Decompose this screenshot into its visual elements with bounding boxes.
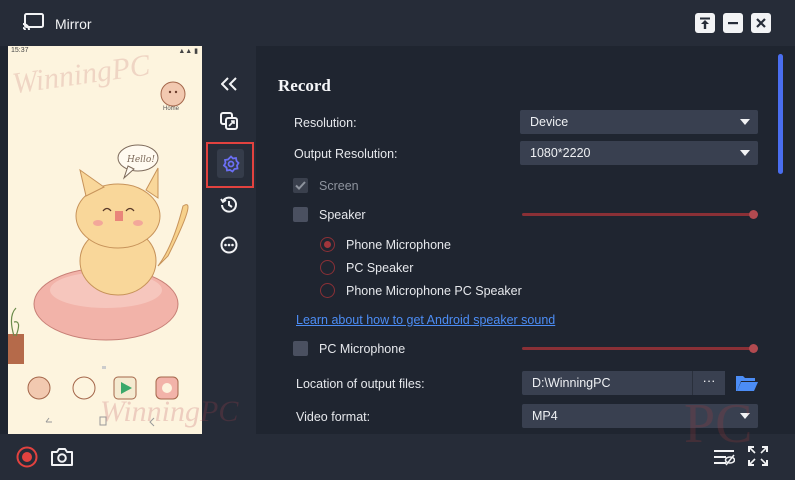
more-options-nav-button[interactable] bbox=[214, 231, 244, 259]
screen-label: Screen bbox=[319, 179, 359, 193]
audio-option-radio[interactable] bbox=[320, 237, 335, 252]
audio-option-radio[interactable] bbox=[320, 260, 335, 275]
screenshot-button[interactable] bbox=[50, 446, 74, 468]
speaker-checkbox[interactable] bbox=[293, 207, 308, 222]
svg-text:Hello!: Hello! bbox=[126, 155, 155, 165]
output-location-field[interactable]: D:\WinningPC bbox=[522, 371, 692, 395]
history-icon bbox=[220, 196, 237, 213]
browse-button[interactable]: ··· bbox=[692, 371, 725, 395]
folder-icon bbox=[736, 376, 758, 391]
resolution-value: Device bbox=[530, 115, 569, 129]
chevron-down-icon bbox=[740, 150, 750, 156]
output-resolution-value: 1080*2220 bbox=[530, 146, 591, 160]
audio-option-label: Phone Microphone PC Speaker bbox=[346, 284, 522, 298]
mirror-app-icon bbox=[22, 13, 44, 31]
open-folder-button[interactable] bbox=[735, 373, 759, 393]
chevron-down-icon bbox=[740, 119, 750, 125]
settings-scrollbar[interactable] bbox=[778, 54, 783, 174]
section-title: Record bbox=[278, 76, 331, 95]
audio-option-label: PC Speaker bbox=[346, 261, 414, 275]
settings-nav-button[interactable] bbox=[217, 149, 244, 178]
pc-microphone-label: PC Microphone bbox=[319, 342, 406, 356]
resolution-label: Resolution: bbox=[294, 116, 357, 130]
settings-nav-highlight bbox=[206, 142, 254, 188]
screen-checkbox[interactable] bbox=[293, 178, 308, 193]
app-title: Mirror bbox=[55, 16, 92, 32]
double-chevron-left-icon bbox=[221, 77, 237, 91]
chevron-down-icon bbox=[740, 413, 750, 419]
hide-controls-button[interactable] bbox=[712, 446, 736, 468]
hide-menu-icon bbox=[714, 450, 735, 466]
close-icon bbox=[756, 18, 766, 28]
screen-mirror-nav-button[interactable] bbox=[214, 107, 244, 135]
phone-wallpaper: Hello! bbox=[8, 81, 189, 427]
history-nav-button[interactable] bbox=[214, 191, 244, 219]
speaker-volume-slider[interactable] bbox=[522, 213, 754, 216]
more-dots-icon bbox=[220, 236, 238, 254]
settings-gear-icon bbox=[222, 154, 240, 173]
navigation-rail bbox=[202, 46, 256, 434]
minimize-button[interactable] bbox=[723, 13, 743, 33]
close-button[interactable] bbox=[751, 13, 771, 33]
phone-screen-preview[interactable]: 15:37 ▲▲ ▮ Hello! Home bbox=[8, 46, 202, 434]
camera-icon bbox=[51, 448, 73, 466]
pc-microphone-volume-slider[interactable] bbox=[522, 347, 754, 350]
record-settings-panel: Record Resolution: Device Output Resolut… bbox=[256, 46, 795, 434]
speaker-volume-thumb[interactable] bbox=[749, 210, 758, 219]
pin-icon bbox=[700, 17, 710, 29]
video-format-value: MP4 bbox=[532, 409, 558, 423]
video-format-label: Video format: bbox=[296, 410, 371, 424]
video-format-select[interactable]: MP4 bbox=[522, 404, 758, 428]
record-icon bbox=[16, 446, 38, 468]
bottom-toolbar bbox=[0, 434, 795, 480]
output-location-label: Location of output files: bbox=[296, 377, 425, 391]
audio-option-radio[interactable] bbox=[320, 283, 335, 298]
record-button[interactable] bbox=[16, 446, 38, 468]
minimize-icon bbox=[728, 22, 738, 25]
checkmark-icon bbox=[295, 181, 306, 190]
pin-on-top-button[interactable] bbox=[695, 13, 715, 33]
title-bar: Mirror bbox=[0, 0, 795, 46]
resolution-select[interactable]: Device bbox=[520, 110, 758, 134]
pc-microphone-volume-thumb[interactable] bbox=[749, 344, 758, 353]
collapse-panel-button[interactable] bbox=[214, 70, 244, 98]
speaker-label: Speaker bbox=[319, 208, 366, 222]
mirror-screen-icon bbox=[220, 112, 238, 130]
output-resolution-select[interactable]: 1080*2220 bbox=[520, 141, 758, 165]
audio-option-label: Phone Microphone bbox=[346, 238, 451, 252]
output-resolution-label: Output Resolution: bbox=[294, 147, 398, 161]
fullscreen-icon bbox=[748, 446, 768, 466]
pc-microphone-checkbox[interactable] bbox=[293, 341, 308, 356]
fullscreen-button[interactable] bbox=[747, 445, 769, 467]
phone-home-app-label: Home bbox=[163, 106, 180, 112]
speaker-help-link[interactable]: Learn about how to get Android speaker s… bbox=[296, 313, 555, 327]
